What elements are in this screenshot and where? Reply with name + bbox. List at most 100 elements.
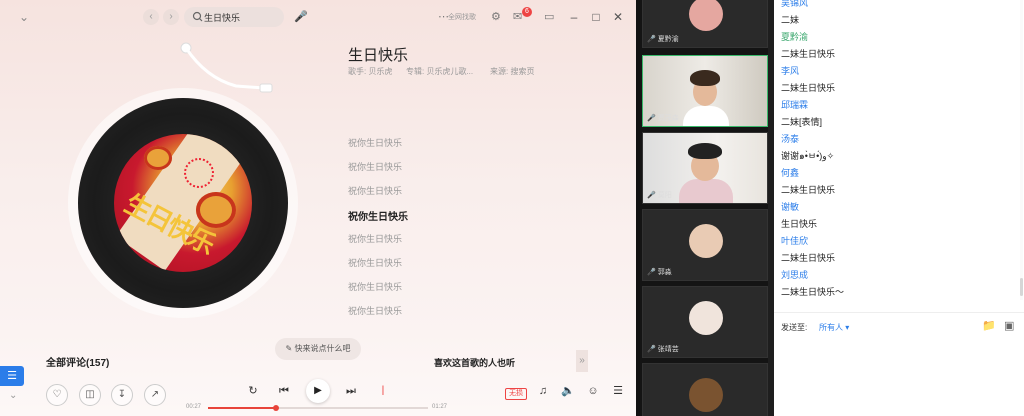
chevron-left-icon[interactable]: ‹ bbox=[143, 9, 159, 25]
chat-sender-name[interactable]: 李风 bbox=[781, 65, 799, 77]
repeat-icon[interactable]: ↻ bbox=[246, 384, 260, 398]
chat-sender-name[interactable]: 何鑫 bbox=[781, 167, 799, 179]
search-input[interactable]: 生日快乐 bbox=[184, 7, 284, 27]
lyrics-toggle-icon[interactable]: 〡 bbox=[376, 384, 390, 398]
microphone-icon: 🎤 bbox=[647, 269, 656, 276]
heart-icon[interactable]: ♡ bbox=[46, 384, 68, 406]
lyric-line[interactable]: 祝你生日快乐 bbox=[348, 136, 402, 149]
download-icon[interactable]: ↧ bbox=[111, 384, 133, 406]
chat-message-text: 二妹生日快乐 bbox=[781, 49, 836, 59]
lyric-line[interactable]: 祝你生日快乐 bbox=[348, 160, 402, 173]
chat-sender-name[interactable]: 夏黔渝 bbox=[781, 31, 808, 43]
chat-sender-name[interactable]: 刘思成 bbox=[781, 269, 808, 281]
song-title: 生日快乐 bbox=[348, 47, 409, 64]
file-icon[interactable]: 📁 bbox=[982, 319, 996, 332]
chat-message-text: 二妹生日快乐 bbox=[781, 83, 836, 93]
mail-icon[interactable]: ✉ bbox=[513, 9, 522, 25]
search-icon bbox=[192, 11, 203, 22]
screen: ⌄ ‹ › 生日快乐 🎤 ⋯ 全网找歌 ⚙ ✉ 6 ▭ – □ ✕ 生日快乐 生… bbox=[0, 0, 1024, 416]
quality-badge[interactable]: 无损 bbox=[505, 388, 527, 400]
add-to-playlist-icon[interactable]: ◫ bbox=[79, 384, 101, 406]
screenshot-icon[interactable]: ▣ bbox=[1004, 319, 1014, 332]
participant-tile[interactable]: 🎤 夏黔渝 bbox=[642, 0, 768, 48]
chat-sender-name[interactable]: 谢敏 bbox=[781, 201, 799, 213]
song-album[interactable]: 专辑: 贝乐虎儿歌... bbox=[406, 66, 473, 77]
chat-scrollbar[interactable] bbox=[1020, 0, 1023, 300]
time-elapsed: 00:27 bbox=[186, 404, 202, 410]
lyric-line[interactable]: 祝你生日快乐 bbox=[348, 280, 402, 293]
microphone-icon[interactable]: 🎤 bbox=[294, 10, 308, 24]
participant-name: 🎤 夏黔渝 bbox=[647, 36, 679, 43]
chat-panel: 吴锦风 二妹 夏黔渝 二妹生日快乐 李风 二妹生日快乐 邱瑞霖 二妹[表情] 汤泰 谢谢๑•̀ㅂ•… bbox=[774, 0, 1024, 416]
participant-name: 🎤 郭淼 bbox=[647, 269, 672, 276]
avatar bbox=[689, 378, 723, 412]
microphone-icon: 🎤 bbox=[647, 346, 656, 353]
video-participants-panel: 🎤 夏黔渝 🎤 贾茂森 🎤 莫阳 🎤 郭淼 🎤 张靖芸 bbox=[640, 0, 774, 416]
similar-listeners-title: 喜欢这首歌的人也听 bbox=[434, 358, 516, 368]
maximize-icon[interactable]: □ bbox=[588, 8, 604, 26]
chevron-down-icon[interactable]: ⌄ bbox=[16, 9, 32, 25]
minimize-icon[interactable]: – bbox=[566, 8, 582, 26]
microphone-icon: 🎤 bbox=[647, 192, 656, 199]
participant-name: 🎤 贾茂森 bbox=[647, 115, 679, 122]
comment-prompt-button[interactable]: ✎ 快来说点什么吧 bbox=[275, 338, 361, 360]
lyric-line[interactable]: 祝你生日快乐 bbox=[348, 184, 402, 197]
chat-sender-name[interactable]: 叶佳欣 bbox=[781, 235, 808, 247]
chat-sender-name[interactable]: 吴锦风 bbox=[781, 0, 808, 9]
play-icon[interactable]: ▶ bbox=[306, 379, 330, 403]
comments-title: 全部评论(157) bbox=[46, 358, 110, 369]
playlist-icon[interactable]: ☰ bbox=[611, 384, 625, 398]
volume-icon[interactable]: 🔈 bbox=[561, 384, 575, 398]
next-icon[interactable]: ⏭ bbox=[344, 384, 358, 398]
lyric-line-active[interactable]: 祝你生日快乐 bbox=[348, 208, 408, 223]
cast-icon[interactable]: ▭ bbox=[544, 9, 554, 25]
avatar bbox=[689, 0, 723, 31]
participant-tile[interactable]: 🎤 郭淼 bbox=[642, 209, 768, 281]
chat-footer: 发送至: 所有人 ▾ 📁 ▣ bbox=[774, 312, 1024, 416]
gear-icon[interactable]: ⚙ bbox=[491, 9, 501, 25]
share-icon[interactable]: ↗ bbox=[144, 384, 166, 406]
double-chevron-right-icon[interactable]: » bbox=[576, 350, 588, 372]
chat-message-text: 生日快乐 bbox=[781, 219, 818, 229]
avatar bbox=[689, 224, 723, 258]
participant-tile[interactable] bbox=[642, 363, 768, 416]
send-target-dropdown[interactable]: 所有人 ▾ bbox=[819, 322, 849, 333]
microphone-icon: 🎤 bbox=[647, 36, 656, 43]
avatar bbox=[689, 301, 723, 335]
participant-tile[interactable]: 🎤 贾茂森 bbox=[642, 55, 768, 127]
listen-label[interactable]: 全网找歌 bbox=[448, 12, 476, 22]
chat-message-text: 二妹生日快乐 bbox=[781, 253, 836, 263]
chat-message-text: 二妹[表情] bbox=[781, 117, 823, 127]
lyric-line[interactable]: 祝你生日快乐 bbox=[348, 304, 402, 317]
close-icon[interactable]: ✕ bbox=[610, 8, 626, 26]
time-total: 01:27 bbox=[432, 404, 448, 410]
chat-message-text: 二妹 bbox=[781, 15, 800, 25]
chat-sender-name[interactable]: 邱瑞霖 bbox=[781, 99, 808, 111]
microphone-icon: 🎤 bbox=[647, 115, 656, 122]
song-singer[interactable]: 歌手: 贝乐虎 bbox=[348, 66, 392, 77]
participant-name: 🎤 莫阳 bbox=[647, 192, 672, 199]
mail-badge: 6 bbox=[522, 7, 532, 17]
player-topbar: ⌄ ‹ › 生日快乐 🎤 ⋯ 全网找歌 ⚙ ✉ 6 ▭ – □ ✕ bbox=[0, 0, 636, 34]
progress-bar[interactable] bbox=[208, 405, 428, 411]
send-to-label: 发送至: bbox=[781, 323, 808, 332]
tonearm bbox=[180, 42, 273, 93]
album-disc: 生日快乐 bbox=[78, 98, 288, 308]
progress-fill bbox=[208, 407, 277, 409]
search-value: 生日快乐 bbox=[204, 13, 241, 23]
previous-icon[interactable]: ⏮ bbox=[277, 384, 291, 398]
music-player-window: ⌄ ‹ › 生日快乐 🎤 ⋯ 全网找歌 ⚙ ✉ 6 ▭ – □ ✕ 生日快乐 生… bbox=[0, 0, 636, 416]
chat-message-text: 二妹生日快乐～ bbox=[781, 287, 845, 297]
sound-effect-icon[interactable]: ♫ bbox=[536, 384, 550, 398]
chat-sender-name[interactable]: 汤泰 bbox=[781, 133, 799, 145]
participant-tile[interactable]: 🎤 莫阳 bbox=[642, 132, 768, 204]
song-source[interactable]: 来源: 搜索页 bbox=[490, 66, 534, 77]
chat-message-text: 二妹生日快乐 bbox=[781, 185, 836, 195]
chat-message-text: 谢谢๑•̀ㅂ•́)و✧ bbox=[781, 151, 835, 161]
chevron-right-icon[interactable]: › bbox=[163, 9, 179, 25]
lyric-line[interactable]: 祝你生日快乐 bbox=[348, 256, 402, 269]
participant-tile[interactable]: 🎤 张靖芸 bbox=[642, 286, 768, 358]
lyric-line[interactable]: 祝你生日快乐 bbox=[348, 232, 402, 245]
participant-name: 🎤 张靖芸 bbox=[647, 346, 679, 353]
listen-together-icon[interactable]: ☺ bbox=[586, 384, 600, 398]
